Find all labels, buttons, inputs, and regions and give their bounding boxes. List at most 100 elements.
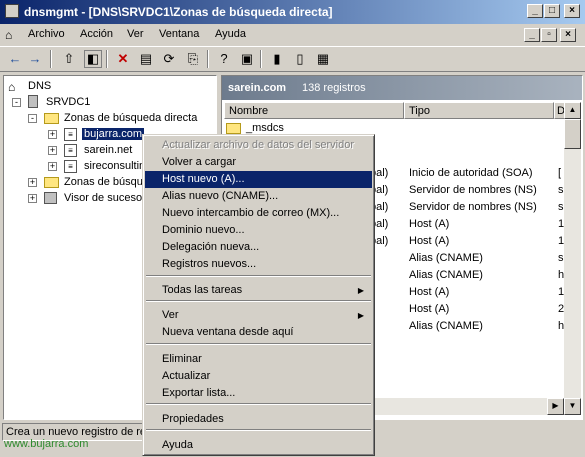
menu-item-label: Actualizar archivo de datos del servidor	[162, 139, 354, 151]
tree-node-reverse-zones[interactable]: + Zonas de búsqu	[28, 174, 143, 190]
record-type[interactable]: Alias (CNAME)	[409, 318, 554, 334]
menu-separator	[146, 429, 371, 431]
title-bar[interactable]: dnsmgmt - [DNS\SRVDC1\Zonas de búsqueda …	[0, 0, 585, 24]
help-icon[interactable]: ?	[215, 50, 233, 68]
column-header-name[interactable]: Nombre	[224, 102, 404, 119]
server-icon	[28, 95, 38, 108]
export-list-icon[interactable]: ⎘	[184, 50, 202, 68]
menu-item-ayuda[interactable]: Ayuda	[145, 437, 372, 454]
show-tree-icon[interactable]: ◧	[84, 50, 102, 68]
scroll-thumb[interactable]	[564, 119, 581, 149]
record-type[interactable]: Servidor de nombres (NS)	[409, 182, 554, 198]
tree-node-zone[interactable]: + ≡ bujarra.com	[48, 126, 145, 142]
tree-node-event-viewer[interactable]: + Visor de sucesos	[28, 190, 148, 206]
tree-node-zone[interactable]: + ≡ sireconsultin	[48, 158, 145, 174]
menu-item-label: Volver a cargar	[162, 156, 236, 168]
menu-archivo[interactable]: Archivo	[28, 28, 65, 40]
expand-icon[interactable]: +	[48, 130, 57, 139]
vertical-scrollbar[interactable]: ▲ ▼	[564, 102, 581, 415]
menu-item-label: Propiedades	[162, 413, 224, 425]
menu-item-propiedades[interactable]: Propiedades	[145, 411, 372, 428]
submenu-arrow-icon: ▶	[357, 286, 364, 295]
menu-item-host-nuevo-a[interactable]: Host nuevo (A)...	[145, 171, 372, 188]
menu-item-registros-nuevos[interactable]: Registros nuevos...	[145, 256, 372, 273]
properties-icon[interactable]: ▤	[137, 50, 155, 68]
tree-label-zone: sireconsultin	[84, 160, 146, 172]
record-type[interactable]: Host (A)	[409, 216, 554, 232]
maximize-button[interactable]: □	[544, 4, 560, 18]
menu-item-label: Dominio nuevo...	[162, 224, 245, 236]
scroll-right-button[interactable]: ▶	[547, 398, 564, 415]
server-icon[interactable]: ▮	[268, 50, 286, 68]
delete-icon[interactable]: ✕	[114, 50, 132, 68]
child-close-button[interactable]: ×	[560, 28, 576, 42]
tree-node-zone[interactable]: + ≡ sarein.net	[48, 142, 132, 158]
menu-item-actualizar[interactable]: Actualizar	[145, 368, 372, 385]
tree-node-dns[interactable]: ⌂ DNS	[8, 78, 51, 94]
console-icon[interactable]: ⌂	[5, 28, 12, 42]
column-header-type[interactable]: Tipo	[404, 102, 554, 119]
menu-item-label: Registros nuevos...	[162, 258, 257, 270]
expand-icon[interactable]: +	[28, 178, 37, 187]
menu-item-label: Ayuda	[162, 439, 193, 451]
tree-label-forward-zones: Zonas de búsqueda directa	[64, 112, 198, 124]
console-window-icon[interactable]: ▣	[238, 50, 256, 68]
records-icon[interactable]: ▦	[314, 50, 332, 68]
menu-item-label: Delegación nueva...	[162, 241, 260, 253]
dns-icon: ⌂	[8, 80, 16, 94]
menu-item-dominio-nuevo[interactable]: Dominio nuevo...	[145, 222, 372, 239]
menu-item-alias-nuevo-cname[interactable]: Alias nuevo (CNAME)...	[145, 188, 372, 205]
expand-icon[interactable]: +	[48, 146, 57, 155]
menu-item-eliminar[interactable]: Eliminar	[145, 351, 372, 368]
menu-item-nueva-ventana-desde-aqui[interactable]: Nueva ventana desde aquí	[145, 324, 372, 341]
menu-ayuda[interactable]: Ayuda	[215, 28, 246, 40]
tree-node-forward-zones[interactable]: - Zonas de búsqueda directa	[28, 110, 197, 126]
watermark: www.bujarra.com	[4, 438, 89, 450]
record-type[interactable]: Inicio de autoridad (SOA)	[409, 165, 554, 181]
document-icon[interactable]: ▯	[291, 50, 309, 68]
refresh-icon[interactable]: ⟳	[160, 50, 178, 68]
menu-ventana[interactable]: Ventana	[159, 28, 199, 40]
menu-item-exportar-lista[interactable]: Exportar lista...	[145, 385, 372, 402]
collapse-icon[interactable]: -	[28, 114, 37, 123]
menu-item-label: Exportar lista...	[162, 387, 236, 399]
child-minimize-button[interactable]: _	[524, 28, 540, 42]
menu-item-ver[interactable]: Ver ▶	[145, 307, 372, 324]
close-button[interactable]: ×	[564, 4, 580, 18]
result-header: sarein.com 138 registros	[222, 76, 582, 100]
menu-item-label: Todas las tareas	[162, 284, 243, 296]
menu-item-volver-a-cargar[interactable]: Volver a cargar	[145, 154, 372, 171]
expand-icon[interactable]: +	[28, 194, 37, 203]
tree-label-server: SRVDC1	[46, 96, 91, 108]
record-type[interactable]: Alias (CNAME)	[409, 267, 554, 283]
record-type[interactable]: Host (A)	[409, 301, 554, 317]
toolbar: ← → ⇧ ◧ ✕ ▤ ⟳ ⎘ ? ▣ ▮ ▯ ▦	[0, 46, 585, 72]
forward-arrow-icon[interactable]: →	[26, 50, 44, 68]
up-folder-icon[interactable]: ⇧	[60, 50, 78, 68]
scroll-up-button[interactable]: ▲	[564, 102, 581, 119]
app-icon	[5, 4, 19, 18]
tree-node-server[interactable]: - SRVDC1	[12, 94, 90, 110]
collapse-icon[interactable]: -	[12, 98, 21, 107]
record-type[interactable]: Host (A)	[409, 284, 554, 300]
menu-item-nuevo-intercambio-de-correo-mx[interactable]: Nuevo intercambio de correo (MX)...	[145, 205, 372, 222]
scroll-down-button[interactable]: ▼	[564, 398, 581, 415]
record-type[interactable]: Host (A)	[409, 233, 554, 249]
menu-item-todas-las-tareas[interactable]: Todas las tareas ▶	[145, 282, 372, 299]
minimize-button[interactable]: _	[527, 4, 543, 18]
expand-icon[interactable]: +	[48, 162, 57, 171]
back-arrow-icon[interactable]: ←	[6, 50, 24, 68]
zone-icon: ≡	[64, 144, 77, 157]
folder-icon	[226, 123, 241, 134]
record-type[interactable]: Alias (CNAME)	[409, 250, 554, 266]
record-type[interactable]: Servidor de nombres (NS)	[409, 199, 554, 215]
folder-icon	[44, 177, 59, 188]
menu-ver[interactable]: Ver	[127, 28, 144, 40]
event-viewer-icon	[44, 192, 57, 204]
menu-accion[interactable]: Acción	[80, 28, 113, 40]
menu-item-delegacion-nueva[interactable]: Delegación nueva...	[145, 239, 372, 256]
child-restore-button[interactable]: ▫	[541, 28, 557, 42]
tree-label-zone: bujarra.com	[82, 128, 145, 140]
menu-separator	[146, 403, 371, 405]
context-menu: Actualizar archivo de datos del servidor…	[142, 134, 375, 456]
